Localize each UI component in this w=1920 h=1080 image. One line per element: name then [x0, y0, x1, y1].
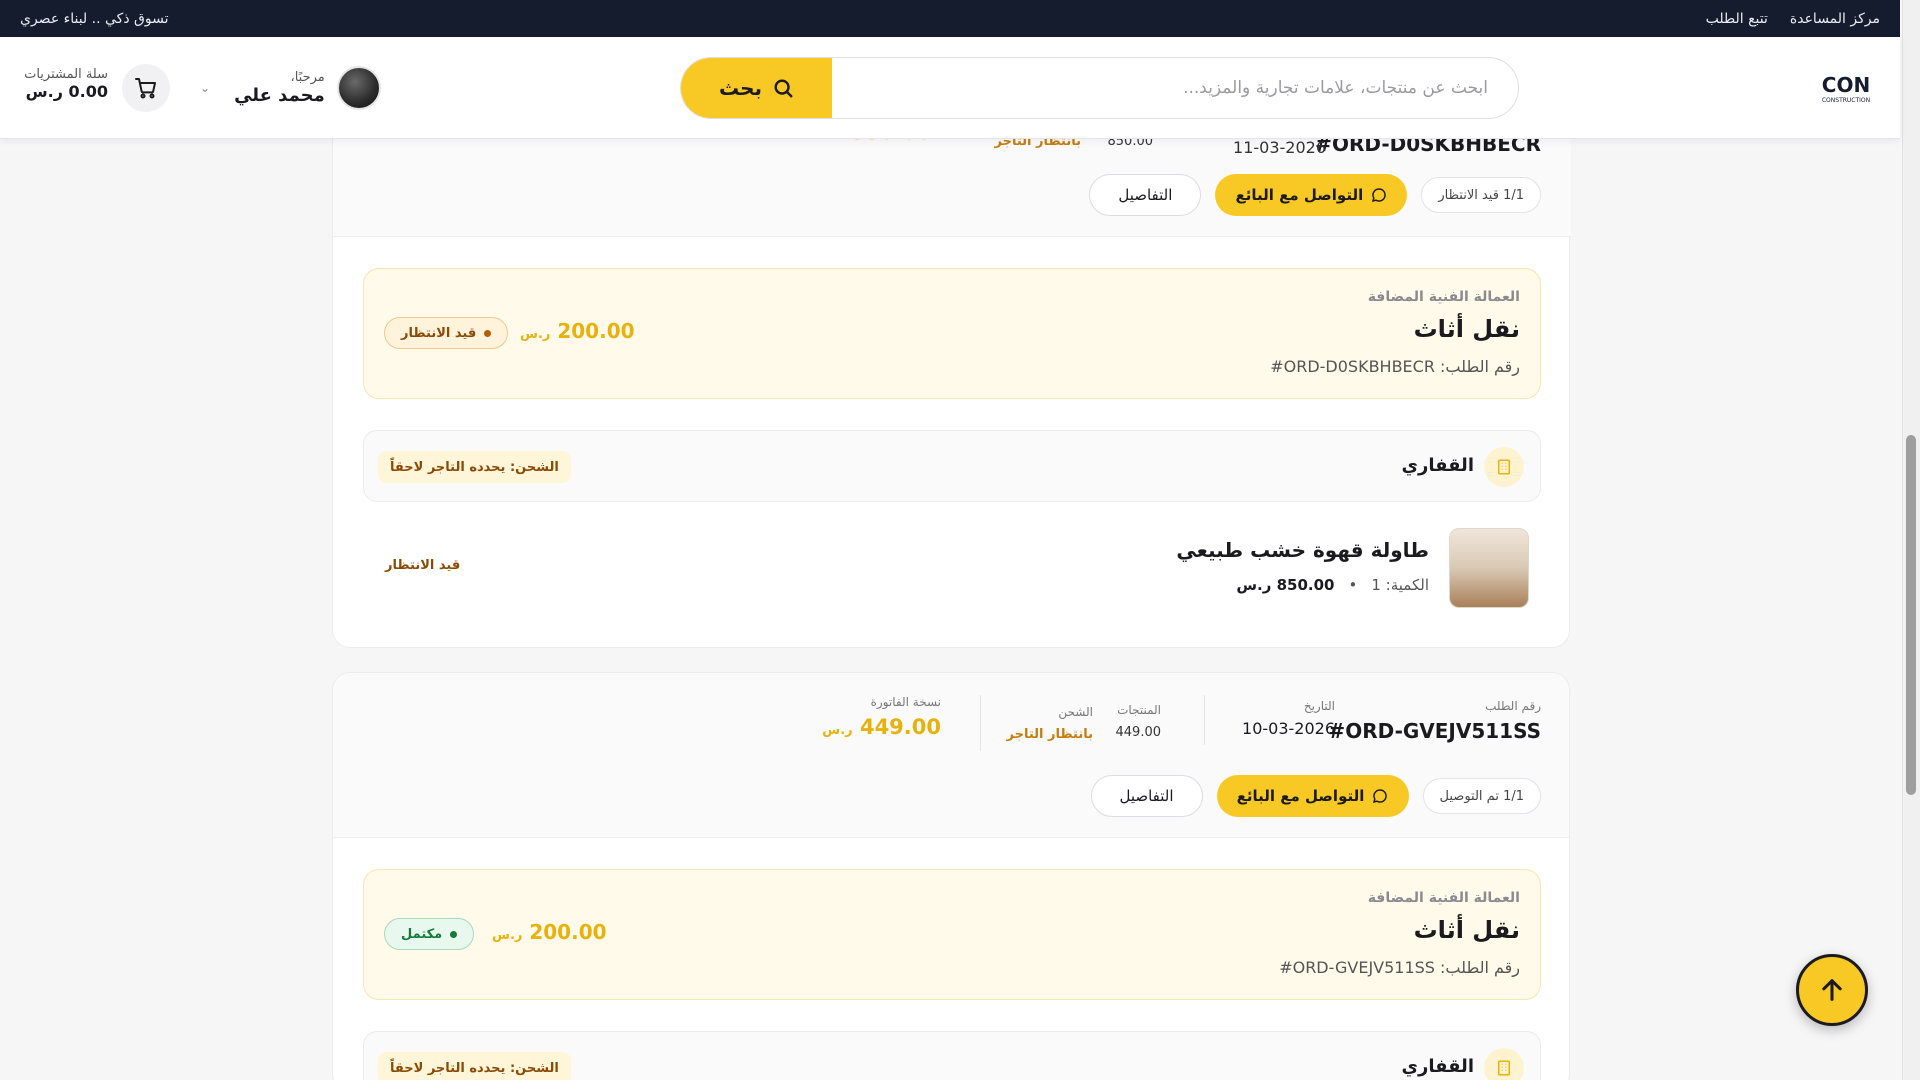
status-dot [484, 329, 492, 337]
header: CON CONSTRUCTION بحث مرحبًا، محمد علي ⌄ … [0, 37, 1900, 139]
search-button-label: بحث [718, 76, 763, 100]
divider [1204, 695, 1205, 745]
track-order-link[interactable]: تتبع الطلب [1706, 11, 1768, 27]
labor-title: نقل أثاث [1413, 916, 1520, 944]
labor-order-ref: رقم الطلب: ORD-GVEJV511SS# [1279, 958, 1520, 977]
labor-service-card: العمالة الفنية المضافة نقل أثاث رقم الطل… [363, 869, 1541, 1000]
brand-logo[interactable]: CON CONSTRUCTION [1817, 70, 1875, 106]
order-card: ORD-D0SKBHBECR# 11-03-2026 850.00 بانتظا… [332, 120, 1571, 648]
product-meta: الكمية: 1 • 850.00 ر.س [1236, 576, 1429, 594]
order-actions: 1/1 قيد الانتظار التواصل مع البائع التفا… [1089, 174, 1541, 216]
search-button[interactable]: بحث [681, 58, 832, 118]
order-card: رقم الطلب ORD-GVEJV511SS# التاريخ 10-03-… [332, 672, 1570, 1080]
labor-price: 200.00 ر.س [492, 920, 607, 944]
cart-summary[interactable]: سلة المشتريات 0.00 ر.س [18, 67, 108, 101]
divider [980, 695, 981, 751]
logo-text: CON [1822, 73, 1870, 97]
cart-icon [135, 78, 156, 99]
user-name: محمد علي [234, 85, 325, 106]
search-bar: بحث [680, 57, 1519, 119]
status-badge: مكتمل [384, 918, 475, 950]
shipping-status: الشحن بانتظار التاجر [1006, 705, 1094, 742]
status-badge: قيد الانتظار [384, 317, 509, 349]
top-links: مركز المساعدة تتبع الطلب [1706, 0, 1880, 37]
labor-price: 200.00 ر.س [520, 319, 635, 343]
contact-seller-button[interactable]: التواصل مع البائع [1215, 174, 1408, 216]
greeting: مرحبًا، [290, 70, 325, 85]
cart-total: 0.00 ر.س [25, 82, 108, 101]
shipping-note: الشحن: يحدده التاجر لاحقاً [378, 1052, 571, 1080]
chat-bubble-icon [1372, 188, 1387, 203]
logo-subtext: CONSTRUCTION [1822, 97, 1870, 104]
vendor-name[interactable]: القفاري [1402, 1056, 1474, 1077]
order-date: التاريخ 10-03-2026 [1242, 699, 1335, 738]
vendor-name[interactable]: القفاري [1402, 455, 1474, 476]
items-status-chip: 1/1 تم التوصيل [1422, 778, 1541, 814]
vendor-row: القفاري الشحن: يحدده التاجر لاحقاً [363, 1031, 1541, 1080]
chat-bubble-icon [1373, 789, 1388, 804]
chevron-down-icon[interactable]: ⌄ [200, 81, 210, 95]
product-image[interactable] [1449, 528, 1529, 608]
labor-tag: العمالة الفنية المضافة [1367, 890, 1520, 906]
details-button[interactable]: التفاصيل [1089, 174, 1202, 216]
shipping-note: الشحن: يحدده التاجر لاحقاً [378, 451, 571, 483]
product-name[interactable]: طاولة قهوة خشب طبيعي [1176, 538, 1429, 562]
cart-button[interactable] [122, 64, 170, 112]
invoice-total: نسخة الفاتورة 449.00 ر.س [822, 695, 941, 739]
product-price: 850.00 ر.س [1236, 576, 1335, 594]
page-scrollbar[interactable] [1902, 0, 1920, 1080]
labor-order-ref: رقم الطلب: ORD-D0SKBHBECR# [1270, 357, 1520, 376]
product-status: قيد الانتظار [385, 558, 461, 573]
labor-service-card: العمالة الفنية المضافة نقل أثاث رقم الطل… [363, 268, 1541, 399]
user-menu[interactable]: مرحبًا، محمد علي ⌄ [200, 64, 381, 112]
slogan: تسوق ذكي .. لبناء عصري [20, 10, 169, 27]
product-quantity: الكمية: 1 [1371, 576, 1429, 594]
search-icon [774, 79, 793, 98]
arrow-up-icon [1822, 979, 1842, 1001]
building-icon [1484, 447, 1524, 487]
meta-separator: • [1348, 576, 1358, 594]
labor-tag: العمالة الفنية المضافة [1367, 289, 1520, 305]
labor-title: نقل أثاث [1413, 315, 1520, 343]
order-header: رقم الطلب ORD-GVEJV511SS# التاريخ 10-03-… [333, 673, 1569, 838]
status-dot [450, 930, 458, 938]
order-number: رقم الطلب ORD-GVEJV511SS# [1328, 699, 1541, 743]
building-icon [1484, 1048, 1524, 1080]
search-input[interactable] [830, 58, 1518, 118]
contact-seller-label: التواصل مع البائع [1236, 787, 1365, 805]
scrollbar-thumb[interactable] [1906, 435, 1916, 795]
avatar[interactable] [336, 66, 381, 110]
help-center-link[interactable]: مركز المساعدة [1790, 11, 1880, 27]
contact-seller-label: التواصل مع البائع [1235, 186, 1364, 204]
products-total: المنتجات 449.00 [1115, 703, 1162, 740]
items-status-chip: 1/1 قيد الانتظار [1421, 177, 1541, 213]
order-actions: 1/1 تم التوصيل التواصل مع البائع التفاصي… [1090, 775, 1541, 817]
cart-label: سلة المشتريات [24, 67, 108, 82]
top-bar: مركز المساعدة تتبع الطلب تسوق ذكي .. لبن… [0, 0, 1900, 37]
back-to-top-button[interactable] [1796, 954, 1868, 1026]
vendor-row: القفاري الشحن: يحدده التاجر لاحقاً [363, 430, 1541, 502]
details-button[interactable]: التفاصيل [1090, 775, 1203, 817]
contact-seller-button[interactable]: التواصل مع البائع [1216, 775, 1409, 817]
